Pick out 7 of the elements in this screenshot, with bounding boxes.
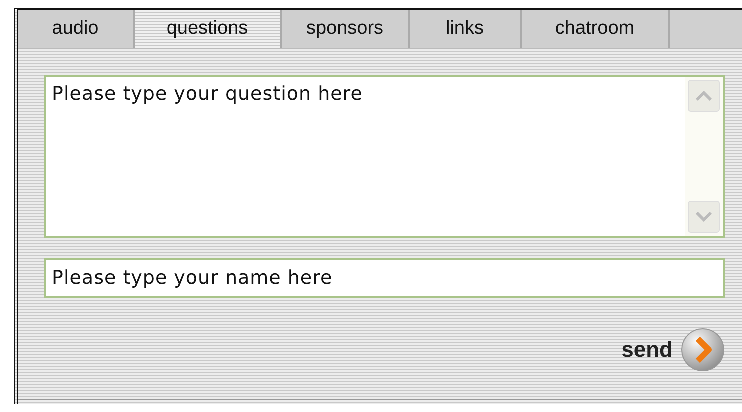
- scrollbar[interactable]: [685, 77, 723, 236]
- scroll-down-icon[interactable]: [688, 201, 720, 233]
- tab[interactable]: questions: [135, 10, 282, 48]
- scroll-up-icon[interactable]: [688, 80, 720, 112]
- question-field[interactable]: Please type your question here: [44, 75, 725, 238]
- name-field[interactable]: Please type your name here: [44, 258, 725, 298]
- send-button[interactable]: send: [622, 328, 725, 372]
